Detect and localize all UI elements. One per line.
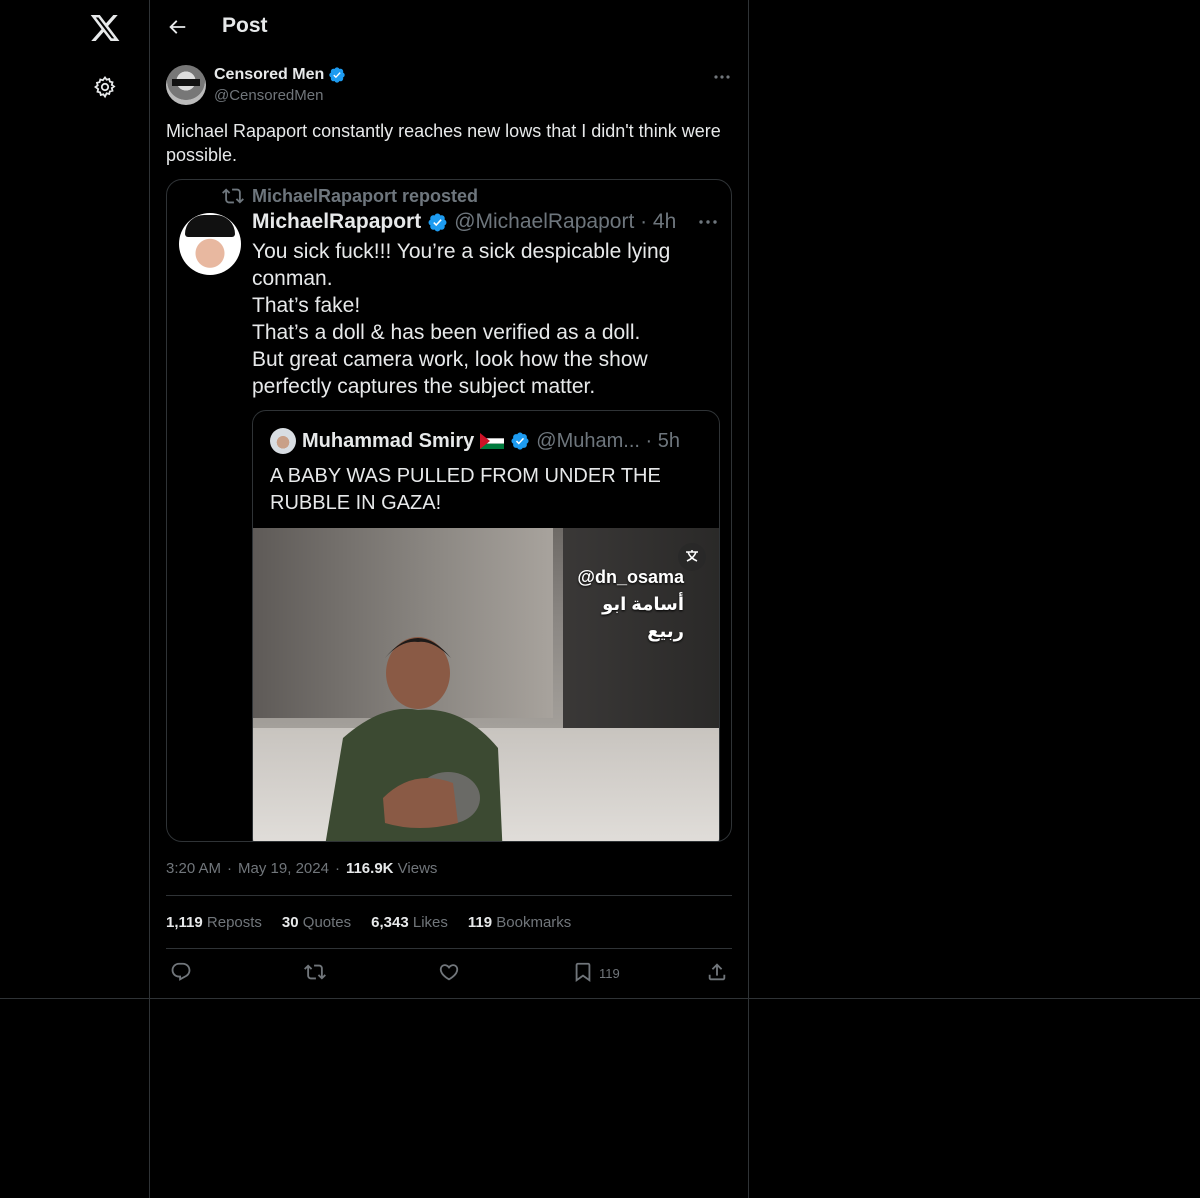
bottom-divider xyxy=(0,998,1200,999)
embedded-text-line: But great camera work, look how the show xyxy=(252,348,648,371)
share-icon[interactable] xyxy=(706,961,728,983)
stat-count: 119 xyxy=(467,914,493,931)
views-label: Views xyxy=(397,860,438,877)
repost-icon xyxy=(222,185,244,207)
embedded-text-line: You sick fuck!!! You’re a sick despicabl… xyxy=(252,240,671,263)
stat-label: Bookmarks xyxy=(496,914,572,931)
watermark-arabic: أسامة ابو ربيع xyxy=(602,594,684,641)
post-stats: 1,119 Reposts 30 Quotes 6,343 Likes 119 … xyxy=(166,914,571,931)
quoted-handle-time: @Muham... · 5h xyxy=(536,429,680,452)
quoted-name: Muhammad Smiry xyxy=(302,429,475,452)
quoted-avatar xyxy=(270,428,296,454)
separator xyxy=(166,895,732,896)
stat-bookmarks[interactable]: 119 Bookmarks xyxy=(468,914,571,931)
page-title: Post xyxy=(222,14,268,37)
repost-label: MichaelRapaport reposted xyxy=(252,185,479,206)
bookmark-icon[interactable] xyxy=(572,961,594,983)
video-watermark: @dn_osama أسامة ابو ربيع xyxy=(570,564,684,645)
stat-quotes[interactable]: 30 Quotes xyxy=(282,914,351,931)
embedded-header: MichaelRapaport @MichaelRapaport · 4h xyxy=(252,210,676,234)
stat-label: Likes xyxy=(412,914,448,931)
post-date[interactable]: May 19, 2024 xyxy=(238,860,329,877)
embedded-text-line: conman. xyxy=(252,267,333,290)
stat-count: 30 xyxy=(281,914,299,931)
embedded-name: MichaelRapaport xyxy=(252,210,422,233)
post-meta: 3:20 AM · May 19, 2024 · 116.9K Views xyxy=(166,860,437,877)
embedded-text-line: perfectly captures the subject matter. xyxy=(252,375,596,398)
stat-reposts[interactable]: 1,119 Reposts xyxy=(166,914,262,931)
separator xyxy=(166,948,732,949)
avatar[interactable] xyxy=(166,65,206,105)
embedded-handle-time: @MichaelRapaport · 4h xyxy=(454,210,677,233)
stat-count: 1,119 xyxy=(166,914,203,931)
reply-icon[interactable] xyxy=(170,961,192,983)
watermark-handle: @dn_osama xyxy=(577,567,684,587)
right-divider xyxy=(748,0,749,1198)
quoted-video: @dn_osama أسامة ابو ربيع xyxy=(253,528,719,841)
arrow-left-icon[interactable] xyxy=(166,16,188,38)
quoted-text: A BABY WAS PULLED FROM UNDER THE RUBBLE … xyxy=(270,465,661,514)
repost-icon[interactable] xyxy=(304,961,326,983)
embedded-text-line: That’s fake! xyxy=(252,294,361,317)
embedded-text-line: That’s a doll & has been verified as a d… xyxy=(252,321,641,344)
more-options-icon[interactable] xyxy=(712,70,732,84)
verified-badge-icon xyxy=(328,66,346,84)
author-name-row[interactable]: Censored Men xyxy=(214,66,346,84)
palestine-flag-icon xyxy=(480,433,505,449)
views-count: 116.9K xyxy=(345,860,394,877)
quoted-header: Muhammad Smiry @Muham... · 5h xyxy=(270,428,680,454)
post-text: Michael Rapaport constantly reaches new … xyxy=(166,121,721,165)
quoted-post: Muhammad Smiry @Muham... · 5h A BABY WAS… xyxy=(252,410,720,841)
stat-label: Quotes xyxy=(302,914,352,931)
verified-badge-icon xyxy=(427,212,448,233)
post-time[interactable]: 3:20 AM xyxy=(166,860,221,877)
meta-separator: · xyxy=(227,860,233,877)
author-handle[interactable]: @CensoredMen xyxy=(214,87,323,104)
stat-label: Reposts xyxy=(206,914,262,931)
bookmark-count: 119 xyxy=(599,966,620,981)
embedded-avatar xyxy=(179,213,241,275)
embedded-more-icon xyxy=(697,217,719,227)
gear-icon[interactable] xyxy=(93,75,117,99)
embedded-text: You sick fuck!!! You’re a sick despicabl… xyxy=(252,238,702,400)
verified-badge-icon xyxy=(510,431,530,451)
views: 116.9K Views xyxy=(346,860,437,877)
x-logo-icon[interactable] xyxy=(89,12,121,44)
person-figure xyxy=(325,637,503,841)
author-name[interactable]: Censored Men xyxy=(214,66,324,84)
meta-separator: · xyxy=(334,860,340,877)
stat-count: 6,343 xyxy=(371,914,409,931)
left-divider xyxy=(149,0,150,1198)
heart-icon[interactable] xyxy=(438,961,460,983)
stat-likes[interactable]: 6,343 Likes xyxy=(371,914,448,931)
repost-label-row: MichaelRapaport reposted xyxy=(222,185,478,207)
post-media-image[interactable]: MichaelRapaport reposted MichaelRapaport… xyxy=(166,179,732,842)
